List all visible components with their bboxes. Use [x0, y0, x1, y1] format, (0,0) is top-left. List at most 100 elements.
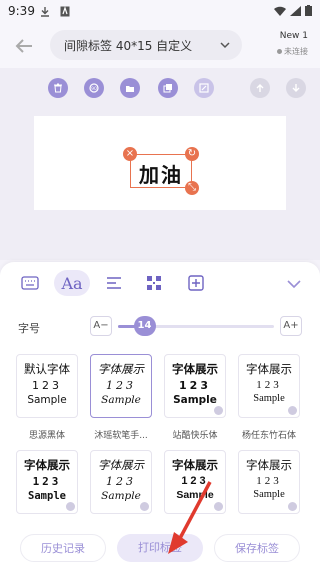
copy-icon: [163, 84, 172, 93]
add-box-icon: [188, 275, 204, 291]
copy-button[interactable]: [158, 78, 178, 98]
download-badge-icon: [288, 406, 297, 415]
font-preview-line3: Sample: [28, 490, 66, 502]
font-size-decrease-button[interactable]: A−: [90, 316, 112, 336]
collapse-chevron-icon[interactable]: [286, 276, 302, 292]
font-name-label: 杨任东竹石体: [241, 431, 296, 441]
font-preview-line1: 字体展示: [172, 460, 218, 472]
device-status-text: 未连接: [284, 47, 308, 56]
tab-add[interactable]: [178, 270, 214, 296]
font-preview-line3: Sample: [176, 489, 214, 501]
font-preview-line2: 123: [32, 475, 62, 488]
delete-handle-icon[interactable]: ×: [123, 147, 137, 161]
device-name[interactable]: New 1: [280, 31, 308, 41]
layers-icon: [199, 83, 209, 93]
arrow-up-icon: [256, 84, 264, 92]
delete-button[interactable]: [48, 78, 68, 98]
font-name-label: 沐瑶软笔手...: [94, 431, 148, 441]
align-left-icon: [107, 277, 121, 289]
status-dot: [277, 49, 282, 54]
font-preview-line2: 123: [256, 475, 282, 487]
download-badge-icon: [214, 406, 223, 415]
font-size-slider-thumb[interactable]: 14: [133, 316, 156, 336]
font-option-card[interactable]: 字体展示 123 Sample: [16, 450, 78, 514]
wifi-icon: [274, 6, 286, 16]
font-option-card[interactable]: 字体展示 123 Sample: [238, 354, 300, 418]
battery-icon: [305, 5, 312, 16]
rotate-90-icon: 90: [89, 83, 99, 93]
undo-button[interactable]: [250, 78, 270, 98]
font-preview-line1: 字体展示: [246, 460, 292, 472]
download-icon: [41, 7, 49, 17]
canvas-area: 加油 × ↻ ⤡: [0, 108, 320, 260]
rotate-handle-icon[interactable]: ↻: [185, 147, 199, 161]
label-size-text: 间隙标签 40*15 自定义: [64, 39, 193, 53]
font-option-card[interactable]: 字体展示 123 Sample: [90, 354, 152, 418]
font-size-label: 字号: [18, 322, 40, 335]
back-arrow-icon[interactable]: [12, 34, 36, 58]
font-preview-line1: 默认字体: [24, 362, 70, 376]
action-bar: 历史记录 打印标签 保存标签: [0, 518, 320, 568]
font-preview-line3: Sample: [253, 393, 285, 404]
font-preview-line2: 123: [181, 475, 209, 487]
font-option-card[interactable]: 字体展示 123 Sample: [164, 354, 226, 418]
chevron-down-icon: [220, 42, 230, 49]
font-preview-line2: 123: [256, 379, 282, 391]
redo-button[interactable]: [286, 78, 306, 98]
app-notification-icon: [60, 6, 70, 17]
font-preview-line2: 123: [106, 475, 136, 488]
edit-toolbar: 90: [0, 68, 320, 108]
status-time: 9:39: [8, 4, 35, 18]
font-preview-line3: Sample: [27, 394, 67, 406]
trash-icon: [54, 83, 62, 93]
font-icon: Aa: [61, 273, 83, 293]
print-label-button[interactable]: 打印标签: [117, 534, 203, 562]
download-badge-icon: [140, 502, 149, 511]
font-option-card[interactable]: 字体展示 123 Sample: [90, 450, 152, 514]
font-preview-line2: 123: [32, 379, 62, 392]
label-size-select[interactable]: 间隙标签 40*15 自定义: [50, 30, 242, 60]
font-preview-line1: 字体展示: [172, 362, 218, 376]
signal-icon: [290, 5, 301, 16]
font-option-card[interactable]: 字体展示 123 Sample: [238, 450, 300, 514]
font-preview-line1: 字体展示: [246, 364, 292, 376]
font-preview-line2: 123: [106, 379, 136, 392]
font-preview-line1: 字体展示: [98, 362, 144, 376]
svg-text:90: 90: [91, 86, 97, 92]
download-badge-icon: [66, 502, 75, 511]
font-preview-line3: Sample: [253, 489, 285, 500]
canvas-text: 加油: [139, 163, 183, 187]
font-preview-line3: Sample: [101, 490, 141, 502]
selected-text-element[interactable]: 加油: [130, 154, 192, 188]
font-name-label: 思源黑体: [28, 431, 65, 441]
tab-qrcode[interactable]: [136, 270, 172, 296]
font-option-card[interactable]: 默认字体 123 Sample: [16, 354, 78, 418]
resize-handle-icon[interactable]: ⤡: [185, 181, 199, 195]
keyboard-icon: [21, 276, 39, 290]
font-size-increase-button[interactable]: A+: [280, 316, 302, 336]
download-badge-icon: [288, 502, 297, 511]
header: 间隙标签 40*15 自定义 New 1 未连接: [0, 24, 320, 68]
tab-font[interactable]: Aa: [54, 270, 90, 296]
layer-button[interactable]: [194, 78, 214, 98]
rotate-button[interactable]: 90: [84, 78, 104, 98]
font-preview-line3: Sample: [101, 394, 141, 406]
font-name-label: 站酷快乐体: [172, 431, 218, 441]
status-bar: 9:39: [0, 0, 320, 24]
history-button[interactable]: 历史记录: [20, 534, 106, 562]
label-canvas[interactable]: 加油 × ↻ ⤡: [34, 116, 286, 210]
font-preview-line1: 字体展示: [24, 458, 70, 472]
save-label-button[interactable]: 保存标签: [214, 534, 300, 562]
font-option-card[interactable]: 字体展示 123 Sample: [164, 450, 226, 514]
qrcode-icon: [147, 276, 161, 290]
lock-button[interactable]: [120, 78, 140, 98]
font-preview-line2: 123: [179, 379, 211, 392]
arrow-down-icon: [292, 84, 300, 92]
download-badge-icon: [214, 502, 223, 511]
tab-align[interactable]: [96, 270, 132, 296]
folder-icon: [126, 86, 134, 92]
font-preview-line3: Sample: [173, 394, 217, 406]
font-preview-line1: 字体展示: [98, 458, 144, 472]
device-status: 未连接: [277, 46, 308, 57]
tab-keyboard[interactable]: [12, 270, 48, 296]
